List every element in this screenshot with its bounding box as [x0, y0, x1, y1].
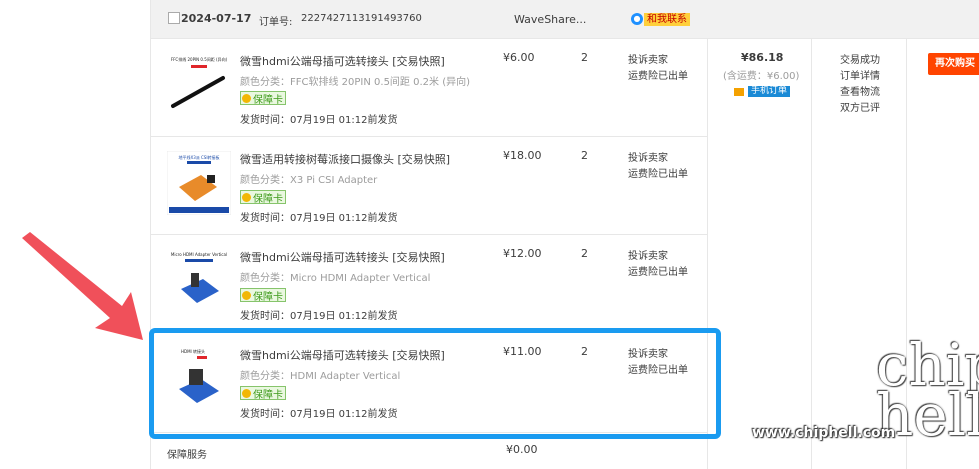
item-title-link[interactable]: 微雪hdmi公端母插可选转接头 [交易快照]	[240, 53, 445, 69]
wangwang-icon: ●	[631, 13, 643, 25]
order-detail-link[interactable]: 订单详情	[840, 67, 880, 82]
item-quantity: 2	[581, 149, 588, 162]
contact-seller-label: 和我联系	[644, 12, 690, 26]
view-logistics-link[interactable]: 查看物流	[840, 83, 880, 98]
protection-service-label: 保障服务	[167, 450, 207, 461]
order-total: ¥86.18	[741, 51, 784, 64]
complain-seller-link[interactable]: 投诉卖家	[628, 247, 668, 262]
order-number-label: 订单号:	[259, 17, 293, 28]
complain-seller-link[interactable]: 投诉卖家	[628, 149, 668, 164]
row-divider	[151, 234, 707, 235]
thumb-caption: Micro HDMI Adapter Vertical	[171, 252, 227, 257]
shipping-insurance-link[interactable]: 运费险已出单	[628, 263, 688, 278]
guarantee-badge[interactable]: 保障卡	[240, 91, 286, 106]
shop-name-link[interactable]: WaveShare...	[514, 13, 586, 26]
shipping-insurance-link[interactable]: 运费险已出单	[628, 67, 688, 82]
shipping-insurance-link[interactable]: 运费险已出单	[628, 165, 688, 180]
order-checkbox[interactable]	[168, 12, 180, 24]
order-date: 2024-07-17	[181, 12, 252, 25]
item-quantity: 2	[581, 247, 588, 260]
card-icon	[734, 87, 744, 96]
thumb-caption: FFC排线 20PIN 0.5间距 (异向)	[171, 56, 228, 62]
complain-seller-link[interactable]: 投诉卖家	[628, 51, 668, 66]
item-spec: 颜色分类：Micro HDMI Adapter Vertical	[240, 273, 431, 284]
ship-time: 发货时间：07月19日 01:12前发货	[240, 213, 398, 224]
ship-time: 发货时间：07月19日 01:12前发货	[240, 311, 398, 322]
guarantee-label: 保障卡	[253, 94, 283, 106]
mobile-order-tag: 手机订单	[734, 86, 791, 97]
guarantee-label: 保障卡	[253, 193, 283, 205]
shipping-fee: (含运费：¥6.00)	[723, 71, 800, 82]
ship-time: 发货时间：07月19日 01:12前发货	[240, 115, 398, 126]
buy-again-button[interactable]: 再次购买	[928, 53, 979, 75]
item-price: ¥18.00	[503, 149, 542, 162]
highlight-box	[149, 328, 721, 439]
order-header: 2024-07-17 订单号: 2227427113191493760 Wave…	[151, 0, 979, 39]
review-status-link[interactable]: 双方已评	[840, 99, 880, 114]
product-thumbnail[interactable]: Micro HDMI Adapter Vertical	[167, 249, 231, 313]
item-price: ¥6.00	[503, 51, 535, 64]
thumb-caption: 地平线X3派 CSI转接板	[178, 154, 219, 160]
mobile-order-label: 手机订单	[748, 86, 791, 97]
trade-status: 交易成功	[840, 55, 880, 66]
col-divider	[811, 38, 812, 469]
protection-service-price: ¥0.00	[506, 443, 538, 456]
coin-icon	[242, 192, 251, 202]
item-spec: 颜色分类：FFC软排线 20PIN 0.5间距 0.2米 (异向)	[240, 77, 470, 88]
order-number: 2227427113191493760	[301, 13, 422, 24]
watermark-url: www.chiphell.com	[752, 425, 896, 441]
item-spec: 颜色分类：X3 Pi CSI Adapter	[240, 175, 378, 186]
item-quantity: 2	[581, 51, 588, 64]
contact-seller-button[interactable]: ● 和我联系	[631, 12, 690, 26]
guarantee-label: 保障卡	[253, 291, 283, 303]
row-divider	[151, 136, 707, 137]
product-thumbnail[interactable]: 地平线X3派 CSI转接板	[167, 151, 231, 215]
item-price: ¥12.00	[503, 247, 542, 260]
item-title-link[interactable]: 微雪hdmi公端母插可选转接头 [交易快照]	[240, 249, 445, 265]
item-title-link[interactable]: 微雪适用转接树莓派接口摄像头 [交易快照]	[240, 151, 450, 167]
guarantee-badge[interactable]: 保障卡	[240, 190, 286, 205]
coin-icon	[242, 93, 251, 103]
guarantee-badge[interactable]: 保障卡	[240, 288, 286, 303]
coin-icon	[242, 290, 251, 300]
product-thumbnail[interactable]: FFC排线 20PIN 0.5间距 (异向)	[167, 54, 231, 118]
